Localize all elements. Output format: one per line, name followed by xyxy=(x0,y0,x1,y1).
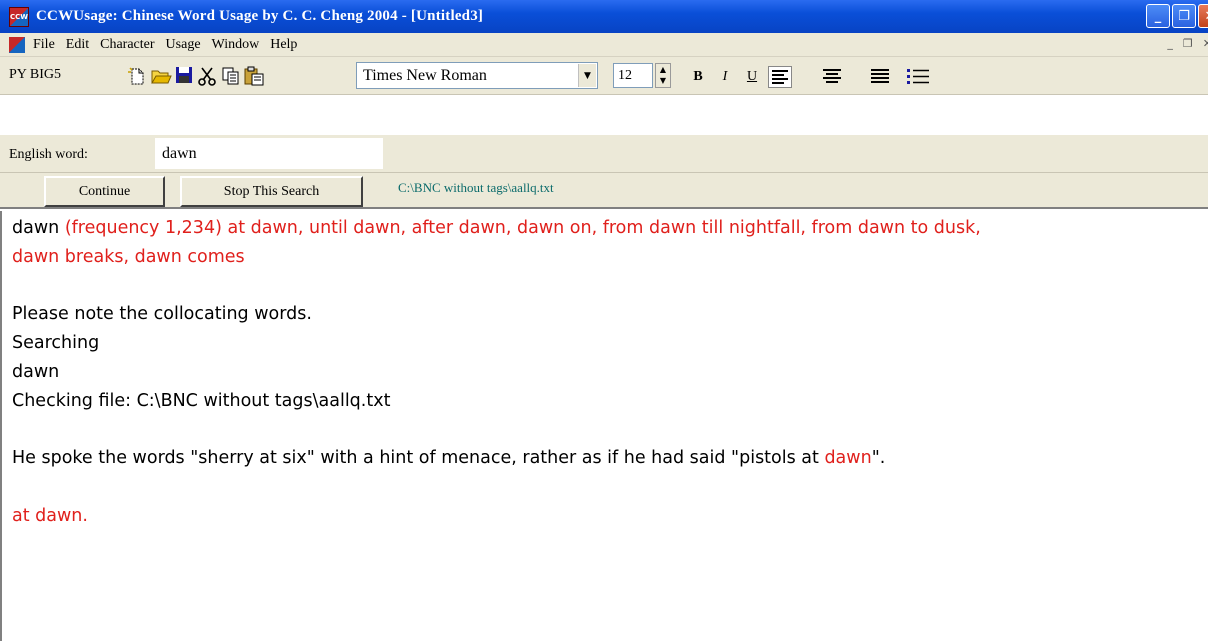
menu-character[interactable]: Character xyxy=(100,37,154,53)
bold-button[interactable]: B xyxy=(687,66,709,88)
checking-file-line: Checking file: C:\BNC without tags\aallq… xyxy=(12,390,391,411)
collocations-continued: dawn breaks, dawn comes xyxy=(12,246,245,267)
window-title: CCWUsage: Chinese Word Usage by C. C. Ch… xyxy=(36,8,484,24)
new-document-icon[interactable] xyxy=(126,66,148,88)
open-folder-icon[interactable] xyxy=(150,66,172,88)
app-icon[interactable]: CCW xyxy=(9,6,29,27)
sentence-end: ". xyxy=(871,448,886,469)
minimize-button[interactable]: _ xyxy=(1146,4,1170,28)
example-sentence: He spoke the words "sherry at six" with … xyxy=(12,444,1208,473)
paste-icon[interactable] xyxy=(243,66,265,88)
current-file-path: C:\BNC without tags\aallq.txt xyxy=(398,180,554,195)
underline-button[interactable]: U xyxy=(741,66,763,88)
mdi-controls: _ ❐ ✕ xyxy=(1167,37,1208,50)
chevron-down-icon[interactable]: ▼ xyxy=(578,64,596,87)
english-word-label: English word: xyxy=(9,147,88,162)
align-justify-icon[interactable] xyxy=(868,66,892,88)
close-button[interactable]: ✕ xyxy=(1198,4,1208,28)
menu-window[interactable]: Window xyxy=(212,37,260,53)
bullet-list-icon[interactable] xyxy=(906,66,930,88)
menu-edit[interactable]: Edit xyxy=(66,37,89,53)
result-line: at dawn. xyxy=(12,505,88,526)
english-word-input[interactable]: dawn xyxy=(155,138,383,169)
menu-bar: File Edit Character Usage Window Help _ … xyxy=(0,33,1208,57)
menu-help[interactable]: Help xyxy=(270,37,297,53)
title-bar: CCW CCWUsage: Chinese Word Usage by C. C… xyxy=(0,0,1208,33)
frequency-line: dawn (frequency 1,234) at dawn, until da… xyxy=(12,214,1208,243)
align-left-icon[interactable] xyxy=(768,66,792,88)
search-word-line: dawn xyxy=(12,361,60,382)
save-disk-icon[interactable] xyxy=(173,66,195,88)
menu-file[interactable]: File xyxy=(33,37,55,53)
font-size-input[interactable]: 12 xyxy=(613,63,653,88)
headword: dawn xyxy=(12,218,60,238)
restore-button[interactable]: ❐ xyxy=(1172,4,1196,28)
search-row: English word: dawn xyxy=(0,134,1208,173)
window-controls: _ ❐ ✕ xyxy=(1146,4,1208,28)
sentence-hit: dawn xyxy=(824,448,872,469)
italic-button[interactable]: I xyxy=(714,66,736,88)
font-size-spinner[interactable]: ▲ ▼ xyxy=(655,63,671,88)
mdi-minimize-button[interactable]: _ xyxy=(1167,37,1173,50)
collocations-text: (frequency 1,234) at dawn, until dawn, a… xyxy=(59,218,981,238)
mdi-close-button[interactable]: ✕ xyxy=(1203,37,1208,50)
input-mode-label[interactable]: PY BIG5 xyxy=(9,67,61,83)
menu-usage[interactable]: Usage xyxy=(166,37,201,53)
note-line: Please note the collocating words. xyxy=(12,304,312,325)
action-row: Continue Stop This Search C:\BNC without… xyxy=(0,173,1208,209)
sentence-text: He spoke the words "sherry at six" with … xyxy=(12,448,825,469)
copy-icon[interactable] xyxy=(220,66,242,88)
searching-line: Searching xyxy=(12,333,100,354)
cut-scissors-icon[interactable] xyxy=(196,66,218,88)
document-icon[interactable] xyxy=(9,36,25,53)
font-name-value: Times New Roman xyxy=(363,66,487,84)
align-center-icon[interactable] xyxy=(820,66,844,88)
mdi-restore-button[interactable]: ❐ xyxy=(1183,37,1193,50)
font-name-select[interactable]: Times New Roman ▼ xyxy=(356,62,598,89)
toolbar: PY BIG5 Times New Roman ▼ 12 ▲ ▼ B I U xyxy=(0,57,1208,95)
continue-button[interactable]: Continue xyxy=(44,176,165,207)
results-text-area[interactable]: dawn (frequency 1,234) at dawn, until da… xyxy=(0,211,1208,641)
stop-search-button[interactable]: Stop This Search xyxy=(180,176,363,207)
